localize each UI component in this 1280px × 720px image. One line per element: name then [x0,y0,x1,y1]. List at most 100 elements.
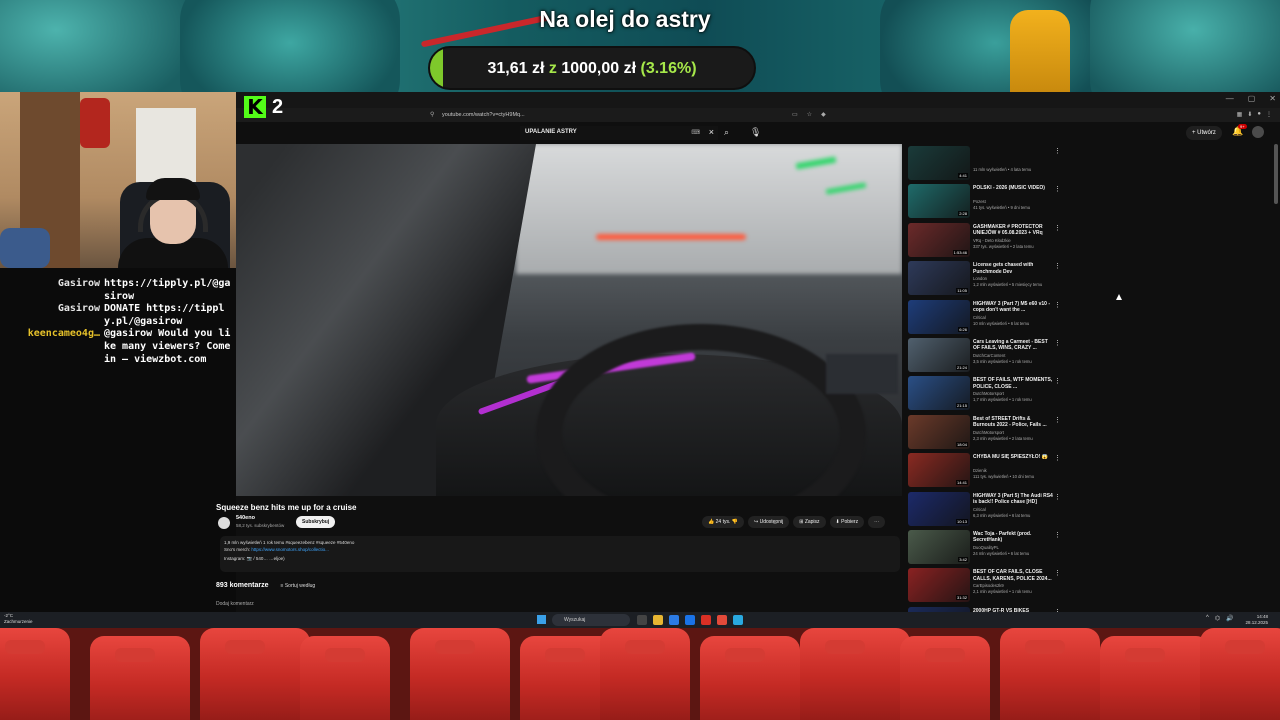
recommended-title[interactable]: Cars Leaving a Carmeet - BEST OF FAILS, … [973,339,1053,352]
subscribe-button[interactable]: Subskrybuj [296,516,336,528]
taskbar-search-input[interactable]: Wyszukaj [552,614,630,626]
video-thumbnail[interactable]: 6:26 [908,299,970,334]
downloads-icon[interactable]: ⬇ [1247,111,1252,118]
channel-avatar[interactable] [218,517,230,529]
app-icon[interactable] [717,615,727,625]
keyboard-icon[interactable]: ⌨ [691,129,700,136]
recommended-title[interactable]: HIGHWAY 3 (Part 7) M5 e60 v10 - cops don… [973,301,1053,314]
thumbs-down-icon[interactable]: 👎 [732,519,738,525]
menu-icon[interactable]: ⋮ [1266,111,1272,118]
task-view-icon[interactable] [637,615,647,625]
store-icon[interactable] [669,615,679,625]
download-button[interactable]: ⬇ Pobierz [829,516,865,528]
recommended-title[interactable]: HIGHWAY 3 (Part 5) The Audi RS4 is back!… [973,493,1053,506]
recommended-title[interactable]: Best of STREET Drifts & Burnouts 2022 - … [973,416,1053,429]
windows-start-icon[interactable] [537,615,546,624]
telegram-icon[interactable] [733,615,743,625]
system-clock[interactable]: 14:48 28.12.2025 [1245,614,1268,626]
mail-icon[interactable] [685,615,695,625]
install-app-icon[interactable]: ▭ [792,111,798,118]
search-input[interactable]: UPALANIE ASTRY ⌨ × [520,126,718,140]
search-query[interactable]: UPALANIE ASTRY [525,129,577,135]
more-options-icon[interactable]: ⋮ [1054,147,1061,155]
more-options-icon[interactable]: ⋮ [1054,531,1061,539]
share-button[interactable]: ↪ Udostępnij [747,516,790,528]
tray-chevron-icon[interactable]: ^ [1206,615,1209,622]
video-thumbnail[interactable]: 21:15 [908,376,970,411]
maximize-icon[interactable]: ▢ [1248,94,1256,103]
recommended-video-item[interactable]: 3:42 Wac Toja - Parfekt (prod. SecretHank… [908,528,1068,566]
video-thumbnail[interactable]: 31:32 [908,568,970,603]
video-thumbnail[interactable]: 4:41 [908,146,970,180]
recommended-title[interactable]: GASHMAKER # PROTECTOR UNIEJÓW # 05.08.20… [973,224,1053,237]
recommended-title[interactable]: BEST OF FAILS, WTF MOMENTS, POLICE, CLOS… [973,377,1053,390]
bookmark-icon[interactable]: ☆ [807,111,812,118]
recommended-video-item[interactable]: 2:28 POLSKI - 2026 (MUSIC VIDEO) Pozest 41 … [908,182,1068,220]
network-icon[interactable]: ⌬ [1215,615,1220,622]
minimize-icon[interactable]: — [1226,94,1234,103]
recommended-channel[interactable]: Critical [973,315,986,320]
recommended-channel[interactable]: DutchMotorsport [973,391,1004,396]
video-player[interactable] [236,144,902,496]
recommended-title[interactable]: CHYBA MU SIĘ ŚPIESZYŁO! 😱 [973,454,1053,461]
more-options-icon[interactable]: ⋮ [1054,185,1061,193]
recommended-video-item[interactable]: 21:15 BEST OF FAILS, WTF MOMENTS, POLICE,… [908,374,1068,412]
recommended-title[interactable]: POLSKI - 2026 (MUSIC VIDEO) [973,185,1053,192]
recommended-title[interactable]: Wac Toja - Parfekt (prod. SecretHank) [973,531,1053,544]
more-options-icon[interactable]: ⋮ [1054,301,1061,309]
video-thumbnail[interactable]: 21:24 [908,337,970,372]
video-thumbnail[interactable]: 3:42 [908,529,970,564]
save-button[interactable]: ⊞ Zapisz [793,516,826,528]
recommended-video-item[interactable]: 21:24 Cars Leaving a Carmeet - BEST OF FA… [908,336,1068,374]
site-info-icon[interactable]: ⚲ [430,111,436,119]
more-options-icon[interactable]: ⋮ [1054,569,1061,577]
search-icon[interactable]: ⌕ [724,127,729,138]
video-description[interactable]: 1,9 mln wyświetleń 1 rok temu #squeezebe… [220,536,900,572]
more-options-icon[interactable]: ⋮ [1054,377,1061,385]
more-options-icon[interactable]: ⋮ [1054,339,1061,347]
scrollbar[interactable] [1274,144,1278,204]
recommended-video-item[interactable]: 1:53:46 GASHMAKER # PROTECTOR UNIEJÓW # 0… [908,221,1068,259]
recommended-video-item[interactable]: 4:41 11 mln wyświetleń • 4 lata temu ⋮ [908,144,1068,182]
recommended-channel[interactable]: Pozest [973,199,986,204]
recommended-video-item[interactable]: 6:26 HIGHWAY 3 (Part 7) M5 e60 v10 - cops… [908,298,1068,336]
browser-icon[interactable] [701,615,711,625]
address-bar[interactable]: ⚲ youtube.com/watch?v=ctyH9Mq... ▭ ☆ ◆ ▦… [236,108,1280,122]
file-explorer-icon[interactable] [653,615,663,625]
merch-link[interactable]: https://www.snomotors.shop/collectio... [251,547,329,552]
extensions-icon[interactable]: ▦ [1237,111,1243,118]
more-options-icon[interactable]: ⋮ [1054,454,1061,462]
recommended-channel[interactable]: DutchCarContent [973,353,1005,358]
recommended-video-item[interactable]: 2000HP GT-R VS BIKESArt in Fast2,3 mln w… [908,605,1068,612]
more-options-icon[interactable]: ⋮ [1054,224,1061,232]
account-avatar[interactable] [1252,126,1264,138]
weather-widget[interactable]: -2°C Zachmurzenie [4,613,33,625]
more-options-icon[interactable]: ⋮ [1054,416,1061,424]
more-options-icon[interactable]: ⋮ [1054,262,1061,270]
recommended-channel[interactable]: Critical [973,507,986,512]
video-thumbnail[interactable]: 10:13 [908,491,970,526]
recommended-video-item[interactable]: 10:13 HIGHWAY 3 (Part 5) The Audi RS4 is … [908,490,1068,528]
more-actions-button[interactable]: ⋯ [868,516,886,528]
recommended-video-item[interactable]: 31:32 BEST OF CAR FAILS, CLOSE CALLS, KAR… [908,566,1068,604]
sort-comments-button[interactable]: ≡ Sortuj według [281,583,316,589]
close-icon[interactable]: ✕ [1269,94,1276,103]
like-button[interactable]: 👍 24 tys. 👎 [702,516,744,528]
video-thumbnail[interactable]: 11:05 [908,261,970,296]
clear-search-icon[interactable]: × [709,127,714,137]
recommended-channel[interactable]: DutchMotorsport [973,430,1004,435]
extension-icon[interactable]: ◆ [821,111,826,118]
more-options-icon[interactable]: ⋮ [1054,493,1061,501]
video-thumbnail[interactable]: 14:41 [908,453,970,488]
recommended-channel[interactable]: Dzienik [973,468,987,473]
url-text[interactable]: youtube.com/watch?v=ctyH9Mq... [442,111,842,120]
recommended-video-item[interactable]: 14:41 CHYBA MU SIĘ ŚPIESZYŁO! 😱 Dzienik 111… [908,451,1068,489]
microphone-icon[interactable]: 🎙 [750,127,761,138]
video-thumbnail[interactable]: 18:04 [908,414,970,449]
recommended-channel[interactable]: DuoQualityPL [973,545,999,550]
volume-icon[interactable]: 🔊 [1226,615,1233,622]
profile-icon[interactable]: ● [1257,111,1261,118]
video-thumbnail[interactable]: 2:28 [908,184,970,219]
create-button[interactable]: + Utwórz [1186,126,1222,140]
video-thumbnail[interactable]: 1:53:46 [908,222,970,257]
